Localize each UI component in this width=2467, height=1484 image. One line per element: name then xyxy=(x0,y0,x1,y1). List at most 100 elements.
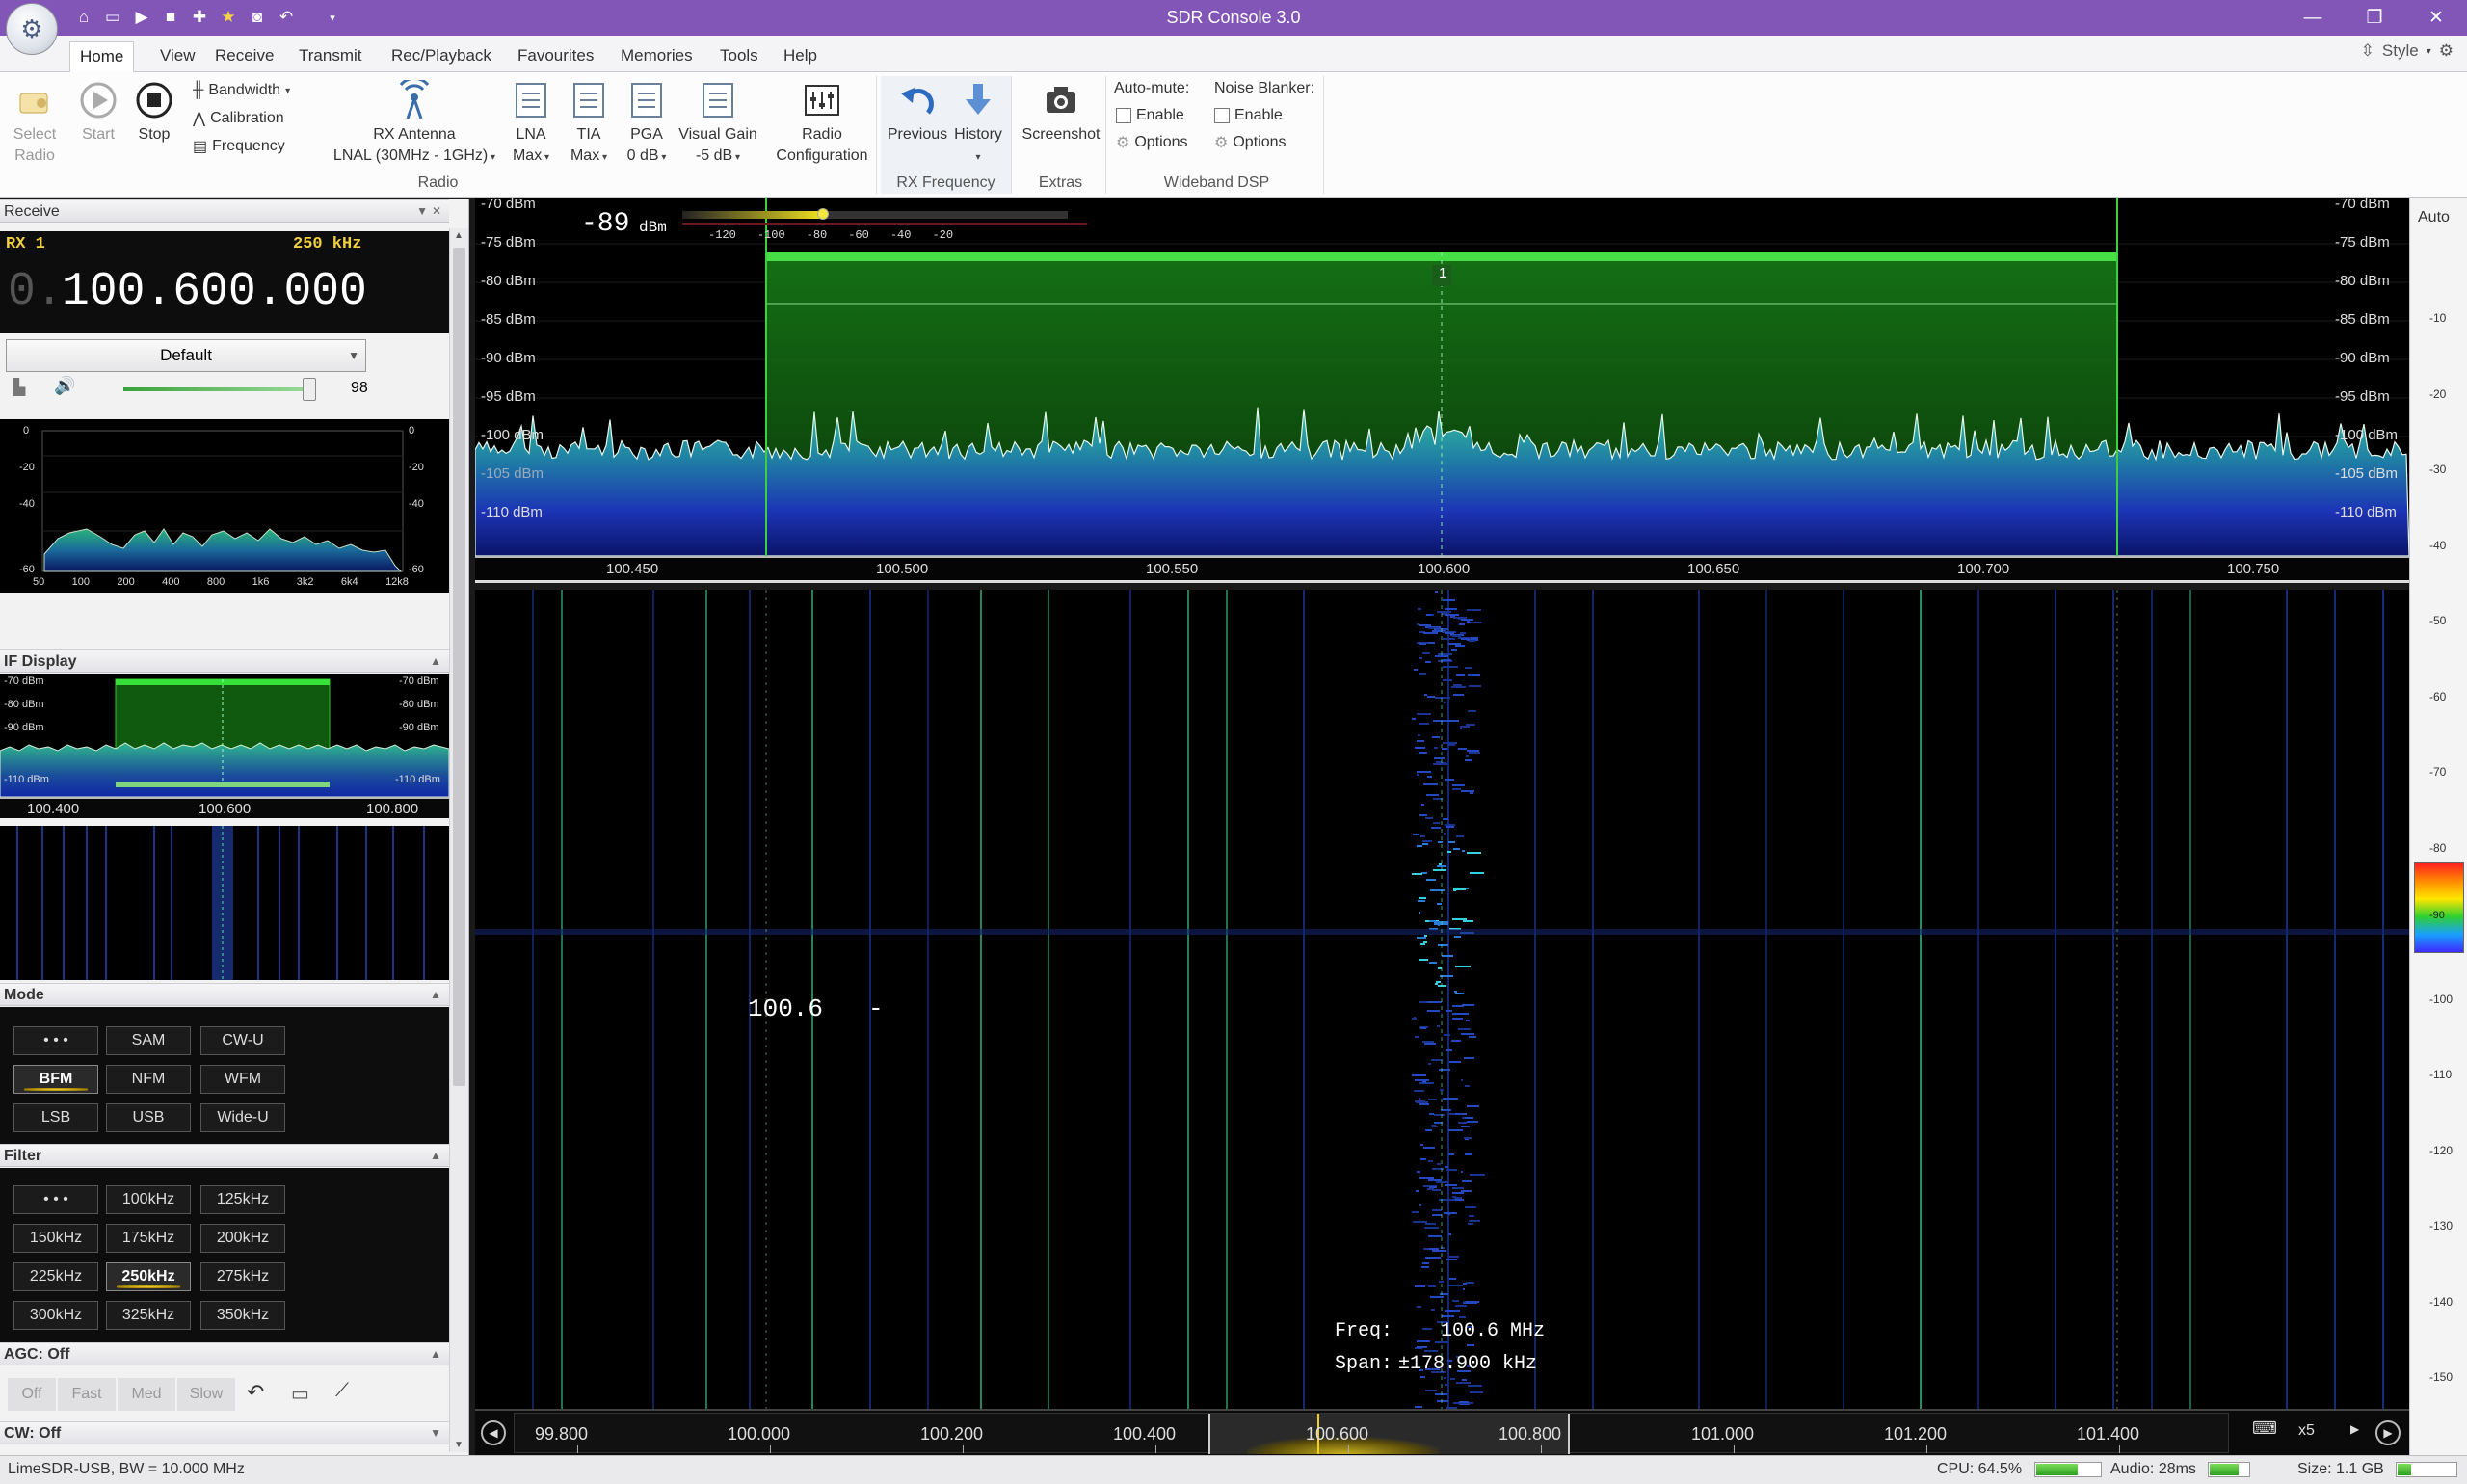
levels-icon[interactable]: ▙ xyxy=(13,378,25,397)
rx-antenna-button[interactable]: RX Antenna LNAL (30MHz - 1GHz) ▾ xyxy=(318,80,511,169)
agc-fast-button[interactable]: Fast xyxy=(58,1378,116,1411)
agc-off-button[interactable]: Off xyxy=(8,1378,56,1411)
filter-100khz-button[interactable]: 100kHz xyxy=(106,1185,191,1214)
frequency-display[interactable]: 100.600.000 xyxy=(62,266,367,318)
tia-button[interactable]: TIA Max ▾ xyxy=(563,80,615,169)
filter-300khz-button[interactable]: 300kHz xyxy=(13,1301,98,1330)
waterfall-level-axis[interactable]: Auto -10 -20 -30 -40 -50 -60 -70 -80 -100 -110 -12… xyxy=(2409,198,2467,1455)
start-button[interactable]: Start xyxy=(75,80,121,146)
filter-more-button[interactable]: • • • xyxy=(13,1185,98,1214)
filter-275khz-button[interactable]: 275kHz xyxy=(200,1262,285,1291)
play-icon[interactable]: ▶ xyxy=(129,4,154,31)
stop-icon[interactable]: ■ xyxy=(158,4,183,31)
mode-more-button[interactable]: • • • xyxy=(13,1026,98,1055)
close-panel-icon[interactable]: ✕ xyxy=(432,200,441,223)
mode-nfm-button[interactable]: NFM xyxy=(106,1065,191,1094)
agc-reset-icon[interactable]: ↶ xyxy=(247,1380,264,1405)
filter-175khz-button[interactable]: 175kHz xyxy=(106,1224,191,1253)
scroll-right-button[interactable]: ▶ xyxy=(2375,1420,2401,1445)
close-button[interactable]: ✕ xyxy=(2405,0,2467,36)
camera-icon[interactable]: ◙ xyxy=(245,4,270,31)
auto-mute-enable-checkbox[interactable]: Enable xyxy=(1116,103,1184,128)
mode-sam-button[interactable]: SAM xyxy=(106,1026,191,1055)
agc-graph-icon[interactable]: ⟋ xyxy=(335,1380,349,1402)
profile-dropdown[interactable]: Default ▼ xyxy=(6,339,366,372)
select-radio-button[interactable]: Select Radio xyxy=(8,80,62,167)
maximize-button[interactable]: ❐ xyxy=(2344,0,2405,36)
mode-header[interactable]: Mode ▲ xyxy=(0,983,449,1006)
tab-help[interactable]: Help xyxy=(774,41,827,72)
agc-slow-button[interactable]: Slow xyxy=(177,1378,235,1411)
lna-button[interactable]: LNA Max ▾ xyxy=(503,80,559,169)
undo-icon[interactable]: ↶ xyxy=(274,4,299,31)
left-panel-scrollbar[interactable]: ▲ ▼ xyxy=(449,228,468,1452)
folder-icon[interactable]: ▭ xyxy=(100,4,125,31)
stop-button[interactable]: Stop xyxy=(131,80,177,146)
filter-200khz-button[interactable]: 200kHz xyxy=(200,1224,285,1253)
cw-header[interactable]: CW: Off ▼ xyxy=(0,1421,449,1444)
tab-memories[interactable]: Memories xyxy=(611,41,703,72)
mode-cw-u-button[interactable]: CW-U xyxy=(200,1026,285,1055)
agc-header[interactable]: AGC: Off ▲ xyxy=(0,1342,449,1365)
speaker-icon[interactable]: 🔊 xyxy=(54,376,75,396)
tab-rec-playback[interactable]: Rec/Playback xyxy=(382,41,501,72)
noise-blanker-enable-checkbox[interactable]: Enable xyxy=(1214,103,1283,128)
agc-settings-icon[interactable]: ▭ xyxy=(291,1382,309,1406)
pga-button[interactable]: PGA 0 dB ▾ xyxy=(617,80,676,169)
mode-usb-button[interactable]: USB xyxy=(106,1103,191,1132)
style-menu[interactable]: ⇳ Style ▾ ⚙ xyxy=(2361,41,2454,61)
application-menu-button[interactable]: ⚙ xyxy=(6,3,58,55)
profile-volume-area: Default ▼ ▙ 🔊 98 xyxy=(0,333,449,401)
if-display[interactable]: -70 dBm -80 dBm -90 dBm -110 dBm -70 dBm… xyxy=(0,674,449,797)
if-waterfall[interactable] xyxy=(0,826,449,980)
filter-150khz-button[interactable]: 150kHz xyxy=(13,1224,98,1253)
history-button[interactable]: History ▾ xyxy=(948,80,1008,169)
mode-lsb-button[interactable]: LSB xyxy=(13,1103,98,1132)
frequency-button[interactable]: ▤ Frequency xyxy=(193,134,285,159)
calibration-button[interactable]: ⋀ Calibration xyxy=(193,106,284,131)
filter-250khz-button[interactable]: 250kHz xyxy=(106,1262,191,1291)
agc-med-button[interactable]: Med xyxy=(118,1378,175,1411)
mode-wide-u-button[interactable]: Wide-U xyxy=(200,1103,285,1132)
tab-receive[interactable]: Receive xyxy=(205,41,283,72)
keyboard-icon[interactable]: ⌨ xyxy=(2248,1418,2281,1447)
tab-tools[interactable]: Tools xyxy=(710,41,768,72)
add-icon[interactable]: ✚ xyxy=(187,4,212,31)
tab-home[interactable]: Home xyxy=(69,41,135,72)
screenshot-button[interactable]: Screenshot xyxy=(1018,80,1104,146)
auto-mute-options-button[interactable]: ⚙ Options xyxy=(1116,130,1187,155)
auto-level-button[interactable]: Auto xyxy=(2418,209,2450,226)
star-icon[interactable]: ★ xyxy=(216,4,241,31)
filter-325khz-button[interactable]: 325kHz xyxy=(106,1301,191,1330)
filter-header[interactable]: Filter ▲ xyxy=(0,1144,449,1167)
filter-225khz-button[interactable]: 225kHz xyxy=(13,1262,98,1291)
tab-view[interactable]: View xyxy=(150,41,205,72)
minimize-button[interactable]: — xyxy=(2282,0,2344,36)
home-icon[interactable]: ⌂ xyxy=(71,4,96,31)
bandwidth-button[interactable]: ╫ Bandwidth ▾ xyxy=(193,78,290,103)
noise-blanker-options-button[interactable]: ⚙ Options xyxy=(1214,130,1286,155)
visual-gain-button[interactable]: Visual Gain -5 dB ▾ xyxy=(675,80,761,169)
radio-configuration-button[interactable]: Radio Configuration xyxy=(769,80,875,167)
filter-350khz-button[interactable]: 350kHz xyxy=(200,1301,285,1330)
settings-icon[interactable]: ⚙ xyxy=(2439,41,2454,61)
filter-125khz-button[interactable]: 125kHz xyxy=(200,1185,285,1214)
customize-dropdown-icon[interactable]: ▾ xyxy=(320,4,345,31)
scroll-left-button[interactable]: ◀ xyxy=(481,1420,506,1445)
chevron-down-icon[interactable]: ▼ xyxy=(416,200,428,223)
mode-bfm-button[interactable]: BFM xyxy=(13,1065,98,1094)
mode-wfm-button[interactable]: WFM xyxy=(200,1065,285,1094)
tab-favourites[interactable]: Favourites xyxy=(508,41,603,72)
if-display-header[interactable]: IF Display ▲ xyxy=(0,649,449,673)
waterfall-display[interactable]: 100.6 - Freq: 100.6 MHz Span: ±178.900 k… xyxy=(475,590,2409,1409)
freq-tick: 100.600 xyxy=(1418,561,1471,577)
volume-slider[interactable] xyxy=(123,378,316,401)
zoom-next-icon[interactable]: ▶ xyxy=(2350,1422,2359,1436)
tab-transmit[interactable]: Transmit xyxy=(289,41,372,72)
zoom-level[interactable]: x5 xyxy=(2298,1422,2315,1440)
volume-value: 98 xyxy=(351,380,368,396)
band-navigation-bar[interactable]: ◀ 99.800 100.000 100.200 100.400 100.600 100.… xyxy=(475,1409,2409,1455)
previous-button[interactable]: Previous xyxy=(885,80,950,146)
spectrum-display[interactable]: 1 -89 dBm -120 -100 -80 -60 -40 -20 -70 dBm -7… xyxy=(475,196,2409,556)
level-color-scale[interactable] xyxy=(2414,862,2464,953)
